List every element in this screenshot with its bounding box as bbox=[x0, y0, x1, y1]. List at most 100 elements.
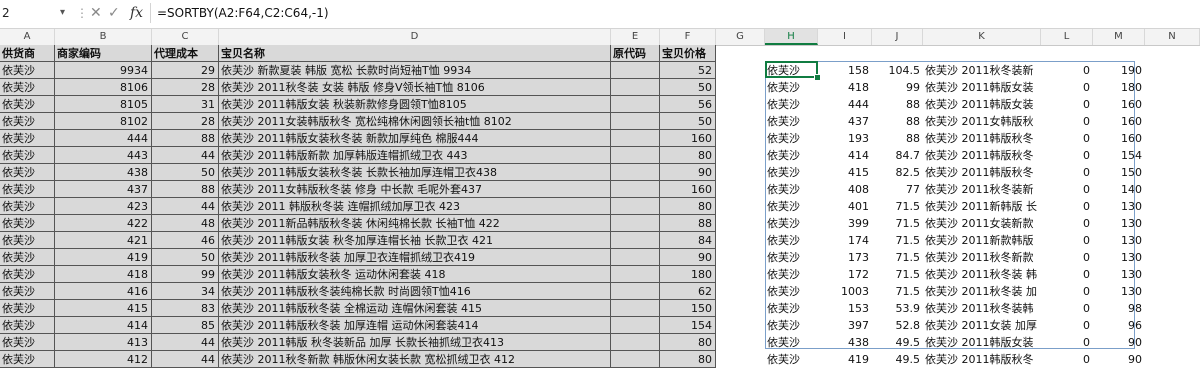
cell-product-price[interactable]: 90 bbox=[660, 249, 716, 266]
cell-supplier[interactable]: 依芙沙 bbox=[0, 164, 55, 181]
fill-handle[interactable] bbox=[814, 74, 821, 81]
cell-spill-price[interactable]: 190 bbox=[1093, 62, 1145, 79]
cell-agent-cost[interactable]: 29 bbox=[152, 62, 219, 79]
column-header-n[interactable]: N bbox=[1145, 29, 1200, 45]
cell-supplier[interactable]: 依芙沙 bbox=[0, 300, 55, 317]
cell-product-price[interactable]: 56 bbox=[660, 96, 716, 113]
cell-spill-cost[interactable]: 77 bbox=[872, 181, 923, 198]
chevron-down-icon[interactable]: ▾ bbox=[60, 3, 72, 23]
cell-spill-original[interactable]: 0 bbox=[1041, 334, 1093, 351]
cell-spill-price[interactable]: 160 bbox=[1093, 130, 1145, 147]
cell-product-name[interactable]: 依芙沙 2011韩版女装秋冬装 新款加厚纯色 棉服444 bbox=[219, 130, 611, 147]
cell-spill-original[interactable]: 0 bbox=[1041, 147, 1093, 164]
cell-supplier[interactable]: 依芙沙 bbox=[0, 130, 55, 147]
cell-spill-price[interactable]: 130 bbox=[1093, 198, 1145, 215]
cell-merchant-code[interactable]: 414 bbox=[55, 317, 152, 334]
cell-merchant-code[interactable]: 443 bbox=[55, 147, 152, 164]
cell-spill-price[interactable]: 160 bbox=[1093, 96, 1145, 113]
cell-spill-supplier[interactable]: 依芙沙 bbox=[765, 317, 818, 334]
cell-merchant-code[interactable]: 416 bbox=[55, 283, 152, 300]
column-header-a[interactable]: A bbox=[0, 29, 55, 45]
cell-agent-cost[interactable]: 44 bbox=[152, 351, 219, 368]
cell-spill-name[interactable]: 依芙沙 2011新款韩版 bbox=[923, 232, 1041, 249]
cell-spill-cost[interactable]: 49.5 bbox=[872, 351, 923, 368]
column-header-k[interactable]: K bbox=[923, 29, 1041, 45]
cell-product-price[interactable]: 52 bbox=[660, 62, 716, 79]
cell-spill-supplier[interactable]: 依芙沙 bbox=[765, 300, 818, 317]
cell-spill-price[interactable]: 130 bbox=[1093, 249, 1145, 266]
cell-spill-name[interactable]: 依芙沙 2011韩版秋冬 bbox=[923, 147, 1041, 164]
cell-spill-supplier[interactable]: 依芙沙 bbox=[765, 249, 818, 266]
cell-original-code[interactable] bbox=[611, 147, 660, 164]
cell-product-price[interactable]: 154 bbox=[660, 317, 716, 334]
cell-spill-code[interactable]: 419 bbox=[818, 351, 872, 368]
cell-product-price[interactable]: 80 bbox=[660, 334, 716, 351]
cell-supplier[interactable]: 依芙沙 bbox=[0, 198, 55, 215]
cell-spill-supplier[interactable]: 依芙沙 bbox=[765, 266, 818, 283]
cell-spill-original[interactable]: 0 bbox=[1041, 113, 1093, 130]
cell-product-name[interactable]: 依芙沙 2011韩版秋冬装 加厚连帽 运动休闲套装414 bbox=[219, 317, 611, 334]
cell-supplier[interactable]: 依芙沙 bbox=[0, 317, 55, 334]
cell-spill-code[interactable]: 444 bbox=[818, 96, 872, 113]
cell-spill-cost[interactable]: 71.5 bbox=[872, 232, 923, 249]
cell-original-code[interactable] bbox=[611, 215, 660, 232]
cell-product-name[interactable]: 依芙沙 2011韩版新款 加厚韩版连帽抓绒卫衣 443 bbox=[219, 147, 611, 164]
insert-function-button[interactable]: fx bbox=[130, 3, 143, 23]
cell-product-price[interactable]: 50 bbox=[660, 113, 716, 130]
cell-original-code[interactable] bbox=[611, 113, 660, 130]
cell-spill-price[interactable]: 90 bbox=[1093, 351, 1145, 368]
cell-merchant-code[interactable]: 8105 bbox=[55, 96, 152, 113]
column-header-l[interactable]: L bbox=[1041, 29, 1093, 45]
cell-supplier[interactable]: 依芙沙 bbox=[0, 113, 55, 130]
cell-spill-name[interactable]: 依芙沙 2011韩版秋冬 bbox=[923, 164, 1041, 181]
cell-spill-cost[interactable]: 52.8 bbox=[872, 317, 923, 334]
cell-product-price[interactable]: 88 bbox=[660, 215, 716, 232]
cell-product-name[interactable]: 依芙沙 2011女装韩版秋冬 宽松纯棉休闲圆领长袖t恤 8102 bbox=[219, 113, 611, 130]
cell-product-price[interactable]: 150 bbox=[660, 300, 716, 317]
cell-merchant-code[interactable]: 413 bbox=[55, 334, 152, 351]
cell-supplier[interactable]: 依芙沙 bbox=[0, 215, 55, 232]
cell-product-name[interactable]: 依芙沙 2011韩版女装 秋装新款修身圆领T恤8105 bbox=[219, 96, 611, 113]
cell-product-name[interactable]: 依芙沙 2011韩版秋冬装纯棉长款 时尚圆领T恤416 bbox=[219, 283, 611, 300]
cell-spill-code[interactable]: 158 bbox=[818, 62, 872, 79]
cell-spill-name[interactable]: 依芙沙 2011秋冬装 韩 bbox=[923, 266, 1041, 283]
column-header-b[interactable]: B bbox=[55, 29, 152, 45]
column-header-e[interactable]: E bbox=[611, 29, 660, 45]
cell-original-code[interactable] bbox=[611, 317, 660, 334]
more-options-icon[interactable]: ⋮ bbox=[76, 4, 88, 22]
cell-supplier[interactable]: 依芙沙 bbox=[0, 232, 55, 249]
cell-spill-original[interactable]: 0 bbox=[1041, 198, 1093, 215]
cell-spill-supplier[interactable]: 依芙沙 bbox=[765, 62, 818, 79]
cell-product-price[interactable]: 90 bbox=[660, 164, 716, 181]
cell-original-code[interactable] bbox=[611, 79, 660, 96]
cell-spill-supplier[interactable]: 依芙沙 bbox=[765, 351, 818, 368]
cell-merchant-code[interactable]: 9934 bbox=[55, 62, 152, 79]
cell-agent-cost[interactable]: 44 bbox=[152, 147, 219, 164]
cell-spill-code[interactable]: 397 bbox=[818, 317, 872, 334]
cell-agent-cost[interactable]: 44 bbox=[152, 334, 219, 351]
cell-spill-name[interactable]: 依芙沙 2011秋冬装新 bbox=[923, 62, 1041, 79]
cell-spill-cost[interactable]: 71.5 bbox=[872, 215, 923, 232]
cell-spill-code[interactable]: 153 bbox=[818, 300, 872, 317]
cell-merchant-code[interactable]: 418 bbox=[55, 266, 152, 283]
cell-spill-cost[interactable]: 88 bbox=[872, 96, 923, 113]
cell-spill-price[interactable]: 130 bbox=[1093, 283, 1145, 300]
cell-spill-supplier[interactable]: 依芙沙 bbox=[765, 232, 818, 249]
cell-spill-supplier[interactable]: 依芙沙 bbox=[765, 79, 818, 96]
column-header-g[interactable]: G bbox=[716, 29, 765, 45]
cell-agent-cost[interactable]: 88 bbox=[152, 181, 219, 198]
cell-spill-code[interactable]: 415 bbox=[818, 164, 872, 181]
cell-agent-cost[interactable]: 31 bbox=[152, 96, 219, 113]
cell-spill-price[interactable]: 130 bbox=[1093, 232, 1145, 249]
cell-agent-cost[interactable]: 50 bbox=[152, 249, 219, 266]
cell-spill-original[interactable]: 0 bbox=[1041, 164, 1093, 181]
worksheet-grid[interactable]: ABCDEFGHIJKLMN 供货商 商家编码 代理成本 宝贝名称 原代码 宝贝价格 依芙沙… bbox=[0, 29, 1200, 368]
cell-spill-original[interactable]: 0 bbox=[1041, 181, 1093, 198]
cell-product-name[interactable]: 依芙沙 2011 韩版秋冬装 连帽抓绒加厚卫衣 423 bbox=[219, 198, 611, 215]
cell-spill-name[interactable]: 依芙沙 2011秋冬装 加 bbox=[923, 283, 1041, 300]
cell-agent-cost[interactable]: 28 bbox=[152, 79, 219, 96]
cell-spill-original[interactable]: 0 bbox=[1041, 79, 1093, 96]
header-cell-a[interactable]: 供货商 bbox=[0, 45, 55, 62]
cell-spill-cost[interactable]: 53.9 bbox=[872, 300, 923, 317]
cell-supplier[interactable]: 依芙沙 bbox=[0, 351, 55, 368]
